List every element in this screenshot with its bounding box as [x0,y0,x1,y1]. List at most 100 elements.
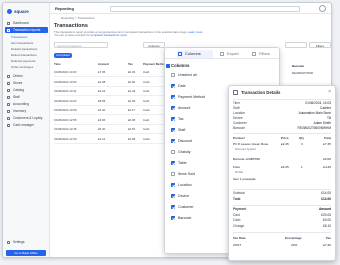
sidebar-item-0[interactable]: Dashboard [5,20,48,26]
sidebar-item-1[interactable]: Transaction reports [5,27,48,33]
checkbox[interactable] [171,161,175,165]
table-cell: £4.21 [98,136,106,141]
table-header[interactable]: Tax [128,62,133,66]
sidebar-item-label: Transaction reports [13,28,41,32]
sidebar-item-2[interactable]: Orders [5,73,48,79]
column-option-label: Customer [178,205,194,209]
column-option[interactable]: Payment Method [171,93,205,101]
product-name: Barcode 12AB5788 [233,157,260,161]
column-option[interactable]: Customer [171,203,194,211]
window-title: Reporting [55,6,74,11]
close-icon[interactable]: × [328,89,331,95]
column-option[interactable]: Discount [171,137,192,145]
table-header[interactable]: Payment Method [143,62,166,66]
info-value: REGB00276500NWHM [297,126,331,130]
learn-more-link[interactable]: Learn more [188,30,202,34]
column-option[interactable]: Table [171,159,187,167]
sidebar-item-7[interactable]: Inventory [5,108,48,114]
checkbox[interactable] [171,216,175,220]
column-option-label: Location [178,183,192,187]
sidebar-item-9[interactable]: Cash manager [5,122,48,128]
checkbox[interactable] [171,139,175,143]
export-icon [220,52,224,56]
sidebar-item-6[interactable]: Accounting [5,101,48,107]
cash-icon [7,123,10,127]
table-header[interactable]: Amount [98,62,109,66]
barcode-cell: REGB00276500 [292,71,314,75]
status-filter-chip[interactable]: Completed [54,53,72,58]
sidebar-item-4[interactable]: Catalog [5,87,48,93]
column-option[interactable]: Amount [171,104,190,112]
column-option[interactable]: Location [171,181,192,189]
strip-search-input[interactable] [285,42,307,48]
column-option[interactable]: Staff [171,126,185,134]
table-cell: Card [143,89,150,93]
checkbox[interactable] [171,194,175,198]
tab-columns[interactable]: Columns [177,50,213,58]
sidebar-item-3[interactable]: Stores [5,80,48,86]
sidebar-item-label: Staff [13,95,20,99]
column-option[interactable]: Items Sold [171,170,195,178]
sidebar-subitem[interactable]: Deferred payments [11,59,36,63]
info-row: Barcode REGB00276500NWHM [233,126,331,131]
checkbox[interactable] [171,205,175,209]
product-price: £2.45 [281,142,289,146]
row-divider [54,133,174,134]
checkbox[interactable] [171,84,175,88]
sidebar-item-5[interactable]: Staff [5,94,48,100]
receipt-icon [233,90,238,95]
product-total: £0.00 [323,157,331,161]
product-header: Price [281,136,289,140]
column-option[interactable]: Unselect all [171,71,197,79]
checkbox[interactable] [171,117,175,121]
column-option[interactable]: Tax [171,115,184,123]
catalog-icon [7,88,10,92]
product-name: Item 1 pineapple [233,177,256,181]
dashboard-icon [7,21,10,25]
product-name: PC 8 Leaves Green Rose [233,142,269,146]
sidebar-item-8[interactable]: Customers & Loyalty [5,115,48,121]
checkbox[interactable] [171,106,175,110]
sidebar-subitem[interactable]: Transactions [11,35,27,39]
table-cell: £0.00 [128,79,136,84]
column-option-label: Amount [178,106,191,110]
column-option[interactable]: Barcode [171,214,191,222]
avatar[interactable] [319,5,326,12]
global-search-input[interactable] [110,5,300,12]
tab-filters[interactable]: Filters [251,50,279,58]
product-qty: 1 [301,165,303,169]
column-option-label: Barcode [178,216,192,220]
sidebar-subitem[interactable]: Order exchanges [11,65,33,69]
brand-logo[interactable]: square [7,8,47,15]
table-cell: £0.33 [128,70,136,74]
go-to-back-office-button[interactable]: Go to Back Office [6,250,46,256]
product-note: Discount Applied [235,147,256,151]
checkbox[interactable] [171,183,175,187]
table-cell: Cash [143,79,150,84]
customers-icon [7,116,10,120]
transactions-search-input[interactable]: Search transactions [54,42,108,48]
columns-button[interactable]: Columns [143,42,165,48]
checkbox[interactable] [171,95,175,99]
column-option[interactable]: Device [171,192,189,200]
table-header[interactable]: Time [54,62,61,66]
column-option[interactable]: Date [171,82,186,90]
sidebar: square Go to Back Office Dashboard Transa… [3,3,50,257]
checkbox[interactable] [171,128,175,132]
sidebar-item-10[interactable]: Settings [5,239,48,245]
column-option[interactable]: Gratuity [171,148,191,156]
filters-button[interactable]: Filters [309,42,331,48]
sidebar-subitem[interactable]: Item transactions [11,41,33,45]
sidebar-subitem[interactable]: Deleted transactions [11,47,37,51]
table-cell: £0.38 [128,117,136,122]
settings-icon [7,240,10,244]
checkbox[interactable] [171,150,175,154]
checkbox[interactable] [171,172,175,176]
checkbox[interactable] [171,73,175,77]
receipts-link[interactable]: completed transactions report [90,33,127,37]
breadcrumb[interactable]: Reporting > Transactions [61,16,94,20]
divider [233,232,331,233]
table-cell: Card [143,70,150,74]
sidebar-subitem[interactable]: Refund transactions [11,53,37,57]
tab-export[interactable]: Export [219,50,249,58]
